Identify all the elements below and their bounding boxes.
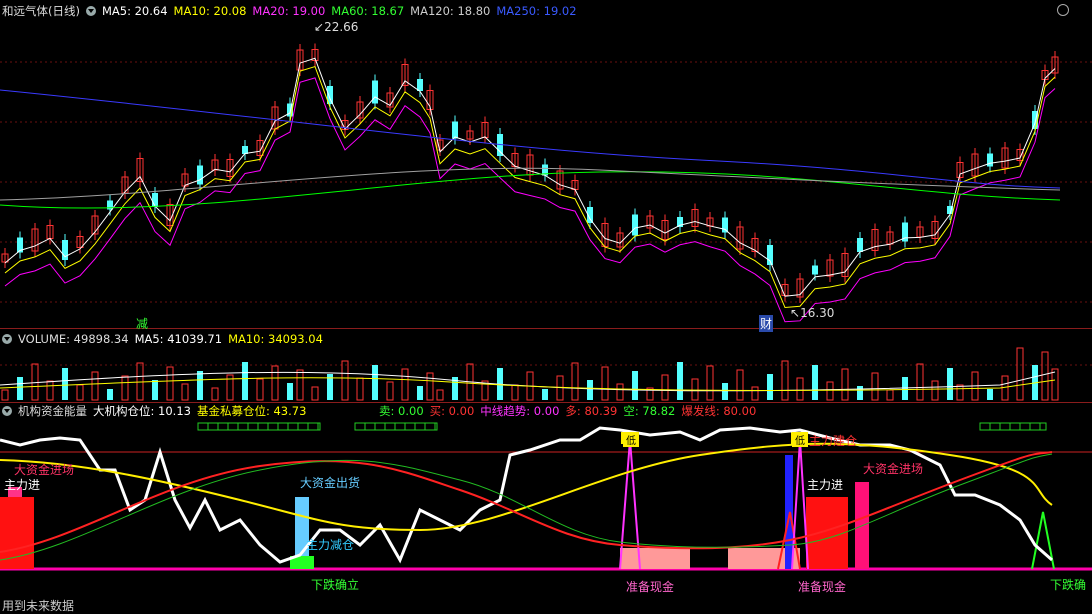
candle-body — [417, 79, 423, 91]
volume-bar — [542, 389, 548, 400]
ma20-line — [4, 77, 1056, 323]
volume-bar — [751, 386, 759, 401]
volume-bar — [767, 374, 773, 400]
high-price-label: ↙22.66 — [314, 20, 359, 34]
volume-bar — [31, 363, 39, 401]
future-data-footer: 用到未来数据 — [2, 599, 75, 613]
volume-bar — [956, 384, 964, 401]
volume-bar — [601, 366, 609, 401]
volume-bar — [356, 377, 364, 401]
fall-confirm-right-label: 下跌确 — [1050, 578, 1087, 592]
mark-jian: 减 — [136, 317, 149, 331]
volume-bar — [677, 362, 683, 400]
volume-bar — [242, 362, 248, 400]
candle-body — [197, 165, 203, 185]
volume-bar — [931, 380, 939, 401]
volume-bar — [1, 389, 9, 401]
volume-bar — [916, 363, 924, 401]
volume-bar — [197, 371, 203, 400]
candle-body — [857, 238, 863, 252]
volume-bar — [107, 389, 113, 400]
main-position-label: 主力减仓 — [306, 538, 355, 552]
volume-bar — [287, 383, 293, 400]
volume-bar — [62, 368, 68, 400]
volume-bar — [417, 386, 423, 400]
mark-di-1: 低 — [623, 432, 639, 447]
volume-bar — [841, 368, 849, 401]
volume-bar — [571, 362, 579, 401]
volume-bar — [296, 369, 304, 401]
volume-bar — [271, 365, 279, 401]
candle-body — [452, 121, 458, 139]
candle-body — [987, 153, 993, 167]
mark-cai: 财 — [759, 315, 774, 332]
volume-bar — [722, 383, 728, 400]
ma10-line — [4, 65, 1056, 309]
volume-bar — [871, 372, 879, 401]
volume-bar — [947, 368, 953, 400]
volume-bar — [341, 360, 349, 401]
main-in-mid-label: 主力进 — [807, 478, 844, 492]
volume-bar — [587, 380, 593, 400]
volume-bar — [372, 365, 378, 400]
volume-bar — [152, 380, 158, 400]
volume-bar — [987, 389, 993, 400]
big-in-right-label: 大资金进场 — [863, 462, 924, 476]
volume-bar — [181, 383, 189, 401]
volume-bar — [886, 389, 894, 401]
volume-bar — [511, 384, 519, 401]
volume-bar — [661, 374, 669, 401]
candle-body — [812, 265, 818, 275]
volume-bar — [311, 386, 319, 401]
volume-bar — [857, 386, 863, 400]
low-price-label: ↖16.30 — [790, 306, 835, 320]
main-in-block-mid — [806, 497, 848, 569]
volume-bar — [781, 360, 789, 401]
volume-bar — [401, 368, 409, 401]
volume-bar — [76, 384, 84, 401]
candle-body — [632, 214, 638, 236]
prepare-cash-block-1 — [620, 548, 690, 569]
volume-bar — [632, 371, 638, 400]
volume-bar — [1051, 368, 1059, 401]
volume-bar — [736, 369, 744, 401]
volume-bar — [426, 372, 434, 401]
volume-bar — [826, 381, 834, 401]
volume-bar — [1041, 351, 1049, 401]
candle-body — [152, 193, 158, 207]
volume-bar — [211, 387, 219, 401]
candle-body — [722, 217, 728, 233]
volume-bar — [436, 389, 444, 401]
main-in-block-left — [0, 497, 34, 569]
volume-bar — [386, 381, 394, 401]
volume-bar — [256, 378, 264, 401]
chart-canvas[interactable] — [0, 0, 1092, 614]
mark-di-2: 低 — [792, 432, 808, 447]
volume-bar — [121, 375, 129, 401]
volume-bar — [91, 371, 99, 401]
volume-bar — [796, 377, 804, 401]
main-holding-label: 主力建仓 — [809, 434, 858, 448]
big-out-label: 大资金出货 — [300, 476, 361, 490]
volume-bar — [1016, 347, 1024, 401]
main-in-left-label: 主力进 — [4, 478, 41, 492]
signal-bracket-1 — [197, 422, 321, 431]
fall-confirm-label: 下跌确立 — [311, 578, 360, 592]
volume-bar — [706, 365, 714, 401]
volume-bar — [17, 377, 23, 400]
prepare-cash-1-label: 准备现金 — [626, 580, 675, 594]
volume-bar — [166, 366, 174, 401]
volume-bar — [46, 380, 54, 401]
volume-bar — [691, 378, 699, 401]
volume-bar — [616, 383, 624, 401]
prepare-cash-2-label: 准备现金 — [798, 580, 847, 594]
volume-bar — [812, 365, 818, 400]
